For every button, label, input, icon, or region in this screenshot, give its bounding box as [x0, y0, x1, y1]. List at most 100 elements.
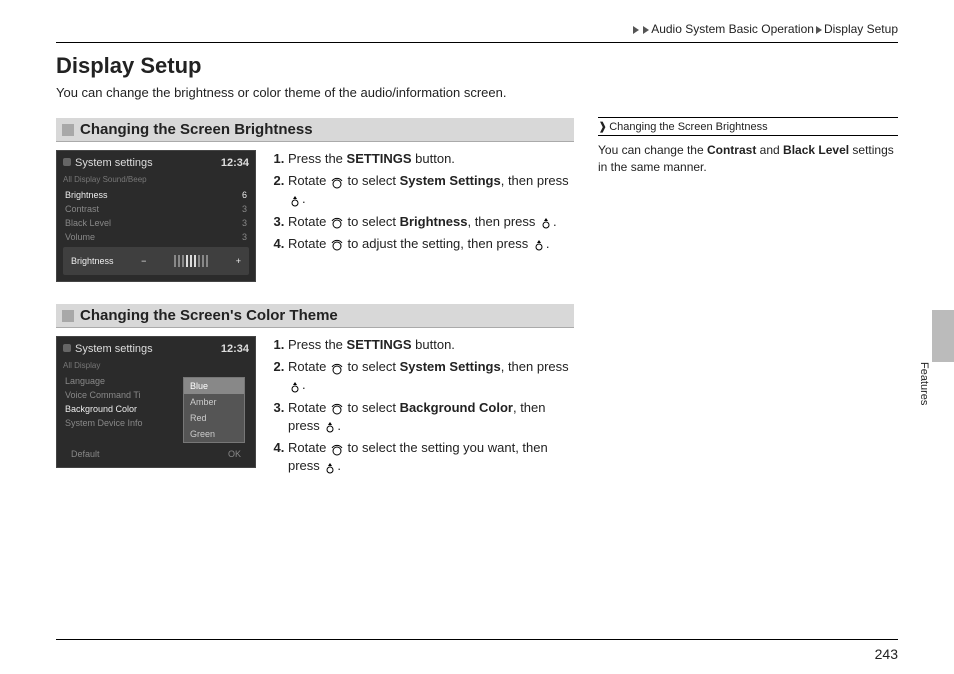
- press-icon: [539, 216, 553, 228]
- screenshot-title: System settings: [75, 343, 153, 355]
- screenshot-tabs: All Display: [63, 361, 249, 370]
- breadcrumb-item: Audio System Basic Operation: [651, 22, 814, 36]
- step-text: , then press: [501, 173, 569, 188]
- press-icon: [532, 238, 546, 250]
- side-text-strong: Contrast: [707, 143, 756, 157]
- side-column: ❱Changing the Screen Brightness You can …: [598, 85, 898, 501]
- popup-option: Red: [184, 410, 244, 426]
- step: Rotate to select Brightness, then press …: [288, 213, 574, 231]
- popup-option: Amber: [184, 394, 244, 410]
- press-icon: [288, 194, 302, 206]
- step-text: .: [302, 191, 306, 206]
- screenshot-tabs: All Display Sound/Beep: [63, 175, 249, 184]
- steps-list: Press the SETTINGS button. Rotate to sel…: [270, 336, 574, 479]
- screenshot-footer: Default OK: [63, 447, 249, 461]
- screenshot-row: Volume3: [63, 230, 249, 244]
- screenshot-brightness: System settings 12:34 All Display Sound/…: [56, 150, 256, 282]
- step: Rotate to select System Settings, then p…: [288, 358, 574, 394]
- screenshot-row: Black Level3: [63, 216, 249, 230]
- screenshot-title: System settings: [75, 157, 153, 169]
- side-text-strong: Black Level: [783, 143, 849, 157]
- step: Rotate to select the setting you want, t…: [288, 439, 574, 475]
- press-icon: [323, 420, 337, 432]
- gear-icon: [63, 344, 71, 352]
- press-icon: [323, 461, 337, 473]
- page-title: Display Setup: [56, 53, 898, 79]
- dial-icon: [330, 402, 344, 414]
- main-column: You can change the brightness or color t…: [56, 85, 574, 501]
- screenshot-slider: Brightness − +: [63, 247, 249, 275]
- step-strong: SETTINGS: [347, 151, 412, 166]
- step-text: button.: [412, 151, 455, 166]
- dial-icon: [330, 216, 344, 228]
- step-text: to select: [344, 400, 400, 415]
- step-text: Rotate: [288, 214, 330, 229]
- step-text: Rotate: [288, 359, 330, 374]
- step: Rotate to select System Settings, then p…: [288, 172, 574, 208]
- step: Rotate to adjust the setting, then press…: [288, 235, 574, 253]
- step-text: to select: [344, 173, 400, 188]
- intro-text: You can change the brightness or color t…: [56, 85, 574, 100]
- step-text: Rotate: [288, 440, 330, 455]
- step-strong: Brightness: [400, 214, 468, 229]
- step-text: to select: [344, 214, 400, 229]
- screenshot-row: Contrast3: [63, 202, 249, 216]
- slider-label: Brightness: [71, 256, 114, 266]
- chevron-right-icon: [816, 26, 822, 34]
- section-header: Changing the Screen Brightness: [56, 118, 574, 142]
- side-note-header: ❱Changing the Screen Brightness: [598, 117, 898, 136]
- screenshot-color-theme: System settings 12:34 All Display Langua…: [56, 336, 256, 468]
- section-title: Changing the Screen Brightness: [80, 121, 313, 138]
- chevron-right-icon: [643, 26, 649, 34]
- screenshot-popup: BlueAmberRedGreen: [183, 377, 245, 443]
- screenshot-clock: 12:34: [221, 157, 249, 169]
- screenshot-clock: 12:34: [221, 343, 249, 355]
- step-text: .: [546, 236, 550, 251]
- footer-left: Default: [71, 449, 100, 459]
- press-icon: [288, 380, 302, 392]
- step: Press the SETTINGS button.: [288, 150, 574, 168]
- footer-right: OK: [228, 449, 241, 459]
- plus-icon: +: [236, 256, 241, 266]
- side-note-text: You can change the Contrast and Black Le…: [598, 142, 898, 177]
- popup-option: Green: [184, 426, 244, 442]
- step-text: Rotate: [288, 400, 330, 415]
- step-strong: SETTINGS: [347, 337, 412, 352]
- chapter-tab: Features: [932, 310, 954, 362]
- side-text-span: and: [756, 143, 783, 157]
- step-text: , then press: [501, 359, 569, 374]
- screenshot-row: Brightness6: [63, 188, 249, 202]
- step-text: .: [337, 418, 341, 433]
- popup-option: Blue: [184, 378, 244, 394]
- rule: [56, 42, 898, 43]
- square-bullet-icon: [62, 310, 74, 322]
- section-title: Changing the Screen's Color Theme: [80, 307, 338, 324]
- dial-icon: [330, 176, 344, 188]
- step-text: Press the: [288, 337, 347, 352]
- gear-icon: [63, 158, 71, 166]
- step: Press the SETTINGS button.: [288, 336, 574, 354]
- step-strong: System Settings: [400, 359, 501, 374]
- step-text: Rotate: [288, 173, 330, 188]
- step-text: to adjust the setting, then press: [344, 236, 532, 251]
- step: Rotate to select Background Color, then …: [288, 399, 574, 435]
- note-icon: ❱: [598, 120, 607, 133]
- step-text: button.: [412, 337, 455, 352]
- breadcrumb-item: Display Setup: [824, 22, 898, 36]
- page-number: 243: [875, 646, 898, 662]
- step-text: , then press: [467, 214, 539, 229]
- dial-icon: [330, 238, 344, 250]
- step-text: to select: [344, 359, 400, 374]
- square-bullet-icon: [62, 124, 74, 136]
- slider-ticks: [174, 255, 208, 267]
- section-header: Changing the Screen's Color Theme: [56, 304, 574, 328]
- step-strong: Background Color: [400, 400, 513, 415]
- side-note-title: Changing the Screen Brightness: [609, 121, 767, 133]
- chevron-right-icon: [633, 26, 639, 34]
- chapter-tab-label: Features: [918, 362, 930, 405]
- side-text-span: You can change the: [598, 143, 707, 157]
- step-text: Rotate: [288, 236, 330, 251]
- step-strong: System Settings: [400, 173, 501, 188]
- steps-list: Press the SETTINGS button. Rotate to sel…: [270, 150, 574, 282]
- breadcrumb: Audio System Basic Operation Display Setu…: [56, 22, 898, 36]
